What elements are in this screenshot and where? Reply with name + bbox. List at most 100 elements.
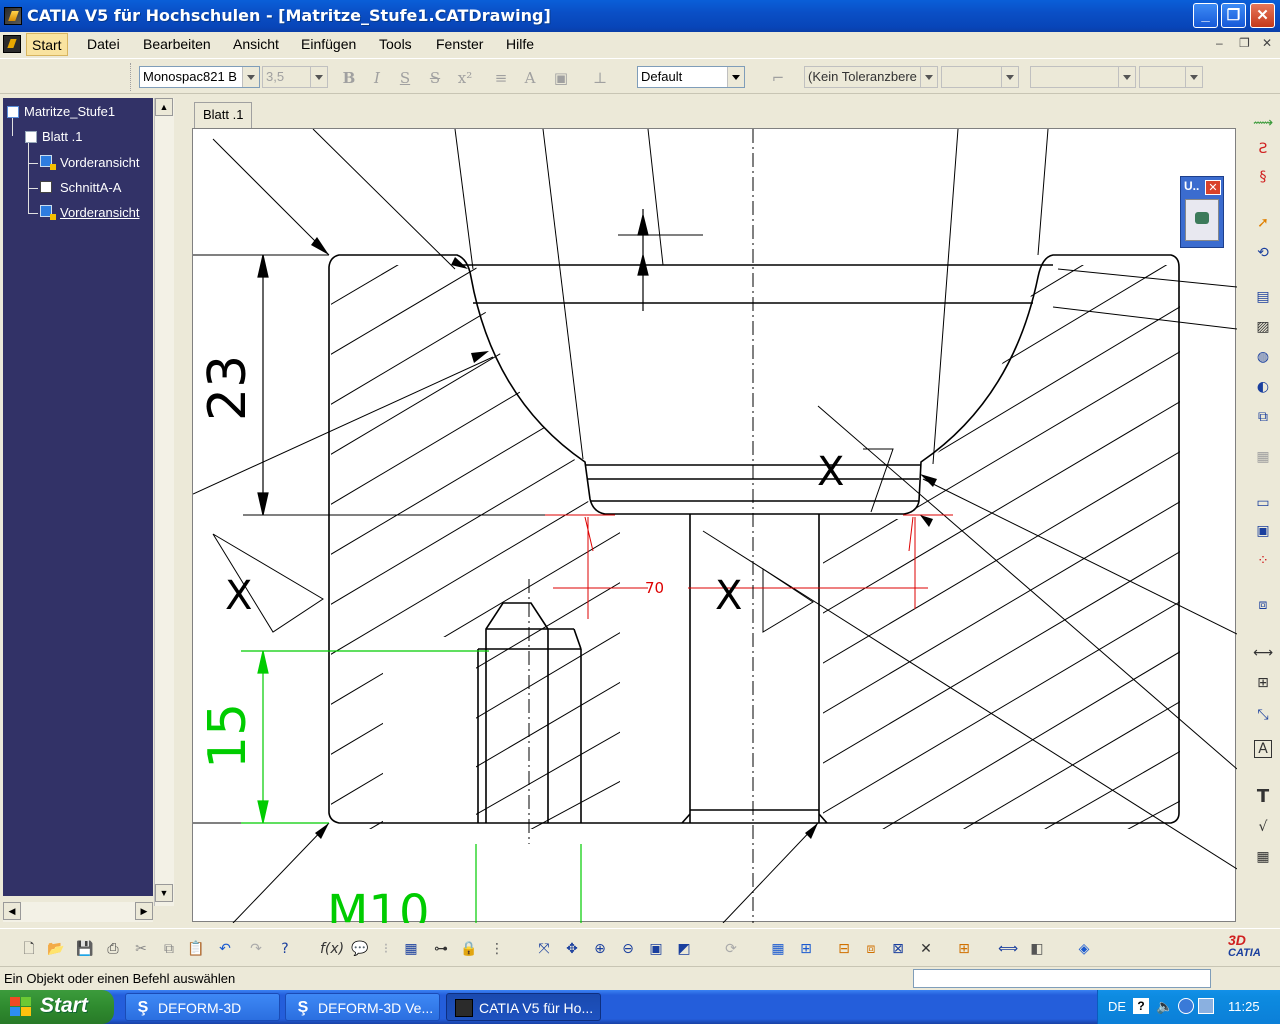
menu-ansicht[interactable]: Ansicht — [233, 36, 279, 52]
generate-dim-icon[interactable]: ⧈ — [860, 938, 882, 960]
bold-icon[interactable]: B — [339, 68, 359, 88]
arrow-select-icon[interactable]: ➚ — [1252, 212, 1274, 234]
update-icon[interactable]: § — [1252, 166, 1274, 188]
catalog-icon[interactable]: ◧ — [1026, 938, 1048, 960]
font-name-combo[interactable]: Monospac821 B — [139, 66, 260, 88]
lock-icon[interactable]: 🔒 — [458, 938, 480, 960]
start-button[interactable]: Start — [0, 990, 114, 1024]
zoom-area-icon[interactable]: ▣ — [645, 938, 667, 960]
grid-icon[interactable]: ▦ — [767, 938, 789, 960]
anchor-icon[interactable]: ⊥ — [590, 68, 610, 88]
menu-fenster[interactable]: Fenster — [436, 36, 483, 52]
menu-hilfe[interactable]: Hilfe — [506, 36, 534, 52]
chevron-down-icon[interactable] — [242, 67, 259, 87]
copy-icon[interactable]: ⧉ — [158, 938, 180, 960]
select-icon[interactable]: ⟿ — [1252, 112, 1274, 134]
tree-node-view-front-selected[interactable]: Vorderansicht — [60, 205, 140, 220]
zoom-in-icon[interactable]: ⊕ — [589, 938, 611, 960]
text-frame-icon[interactable]: ▣ — [551, 68, 571, 88]
tree-node-section[interactable]: SchnittA-A — [60, 180, 121, 195]
tree-node-sheet[interactable]: Blatt .1 — [42, 129, 82, 144]
cut-icon[interactable]: ✂ — [130, 938, 152, 960]
scroll-down-icon[interactable]: ▼ — [155, 884, 173, 902]
chevron-down-icon[interactable] — [1118, 67, 1135, 87]
paste-icon[interactable]: 📋 — [185, 938, 207, 960]
snap-icon[interactable]: ⊞ — [795, 938, 817, 960]
table-icon[interactable]: ▣ — [1252, 520, 1274, 542]
open-icon[interactable]: 📂 — [45, 938, 67, 960]
task-deform-3d[interactable]: Ş DEFORM-3D — [125, 993, 280, 1021]
close-button[interactable]: ✕ — [1250, 3, 1275, 28]
precision-combo[interactable] — [1139, 66, 1203, 88]
tree-vertical-scrollbar[interactable]: ▲ ▼ — [154, 98, 174, 906]
frame-icon[interactable]: ▭ — [1252, 492, 1274, 514]
language-indicator[interactable]: DE — [1108, 999, 1126, 1014]
display-icon[interactable] — [1198, 998, 1214, 1014]
chevron-down-icon[interactable] — [1001, 67, 1018, 87]
maximize-button[interactable]: ❐ — [1221, 3, 1246, 28]
view-front-icon[interactable]: ▤ — [1252, 286, 1274, 308]
drawing-canvas[interactable]: 23 15 M10 70 X X X U.. ✕ — [192, 128, 1237, 923]
document-icon[interactable] — [3, 35, 21, 53]
angle-dim-icon[interactable]: ⊞ — [1252, 672, 1274, 694]
toolbar-grip[interactable] — [130, 63, 133, 91]
text-tool-icon[interactable]: T — [1252, 786, 1274, 808]
layers-icon[interactable]: ◈ — [1073, 938, 1095, 960]
tree-horizontal-scrollbar[interactable]: ◀ ▶ — [3, 902, 153, 922]
analysis-icon[interactable]: ⊟ — [833, 938, 855, 960]
menu-start[interactable]: Start — [26, 33, 68, 56]
dimension-system-icon[interactable]: ⊞ — [953, 938, 975, 960]
tree-area[interactable]: Matritze_Stufe1 Blatt .1 Vorderansicht S… — [3, 98, 153, 896]
clipping-icon[interactable]: ◐ — [1252, 376, 1274, 398]
tree-node-view-front[interactable]: Vorderansicht — [60, 155, 140, 170]
filter-icon[interactable]: ⋮ — [486, 938, 508, 960]
zoom-out-icon[interactable]: ⊖ — [617, 938, 639, 960]
fit-all-icon[interactable]: ⤧ — [533, 938, 555, 960]
dimension-icon[interactable]: ⁘ — [1252, 550, 1274, 572]
rotate-icon[interactable]: ⟲ — [1252, 242, 1274, 264]
knowledge-icon[interactable]: ⁝ — [375, 938, 397, 960]
grid-icon[interactable]: ▦ — [1252, 846, 1274, 868]
align-icon[interactable]: ≡ — [491, 68, 511, 88]
pan-icon[interactable]: ✥ — [561, 938, 583, 960]
text-size-icon[interactable]: A — [520, 68, 540, 88]
menu-einfuegen[interactable]: Einfügen — [301, 36, 356, 52]
catia-app-icon[interactable] — [4, 7, 22, 25]
redo-icon[interactable]: ↷ — [245, 938, 267, 960]
chevron-down-icon[interactable] — [727, 67, 744, 87]
swap-icon[interactable]: ⟳ — [720, 938, 742, 960]
style-combo[interactable]: Default — [637, 66, 745, 88]
roughness-icon[interactable]: √ — [1252, 816, 1274, 838]
update-all-icon[interactable] — [1185, 199, 1219, 241]
chevron-down-icon[interactable] — [310, 67, 327, 87]
text-icon[interactable]: A — [1254, 740, 1272, 758]
tolerance-icon[interactable]: ⟷ — [1252, 642, 1274, 664]
undo-icon[interactable]: ↶ — [214, 938, 236, 960]
mdi-restore-button[interactable]: ❐ — [1239, 36, 1250, 50]
help-icon[interactable]: ? — [274, 938, 296, 960]
scroll-left-icon[interactable]: ◀ — [3, 902, 21, 920]
close-icon[interactable]: ✕ — [1205, 180, 1221, 195]
menu-tools[interactable]: Tools — [379, 36, 412, 52]
update-view-icon[interactable]: ⊠ — [887, 938, 909, 960]
tree-node-root[interactable]: Matritze_Stufe1 — [24, 104, 115, 119]
mdi-close-button[interactable]: ✕ — [1262, 36, 1272, 50]
strikethrough-icon[interactable]: S — [425, 68, 445, 88]
dimension-type-combo[interactable] — [1030, 66, 1136, 88]
save-icon[interactable]: 💾 — [74, 938, 96, 960]
network-icon[interactable] — [1178, 998, 1194, 1014]
font-size-combo[interactable]: 3,5 — [262, 66, 328, 88]
mdi-minimize-button[interactable]: – — [1216, 36, 1223, 50]
formula-icon[interactable]: f(x) — [320, 938, 344, 960]
measure-icon[interactable]: ⟺ — [997, 938, 1019, 960]
detail-icon[interactable]: ◍ — [1252, 346, 1274, 368]
floating-toolbar[interactable]: U.. ✕ — [1180, 176, 1224, 248]
task-catia[interactable]: CATIA V5 für Ho... — [446, 993, 601, 1021]
section-icon[interactable]: ▨ — [1252, 316, 1274, 338]
underline-icon[interactable]: S — [395, 68, 415, 88]
tab-blatt-1[interactable]: Blatt .1 — [194, 102, 253, 128]
new-icon[interactable]: 🗋 — [18, 938, 40, 960]
chevron-down-icon[interactable] — [920, 67, 937, 87]
tolerance-format-icon[interactable]: ⌐ — [768, 68, 788, 88]
tree-icon[interactable]: ⊶ — [430, 938, 452, 960]
